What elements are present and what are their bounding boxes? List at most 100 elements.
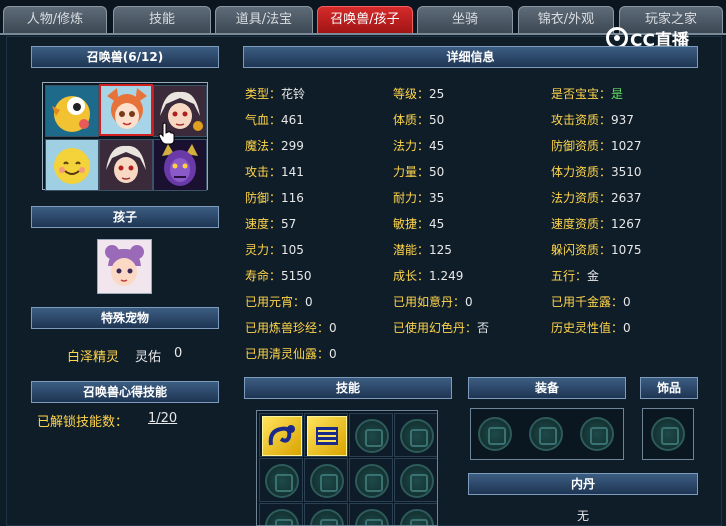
stat-row: 已使用幻色丹：否 [393,319,489,337]
hand-cursor-icon [158,122,175,145]
stat-label: 躲闪资质： [551,243,612,257]
equipment-slot-3[interactable] [575,412,619,456]
inner-dan-header: 内丹 [468,473,698,495]
child-slot[interactable] [97,239,152,294]
empty-skill-slot-icon [400,464,434,498]
stat-row: 历史灵性值：0 [551,319,631,337]
stat-label: 力量： [393,165,430,179]
stat-label: 已使用幻色丹： [393,321,478,335]
summon-slot-1[interactable] [45,85,99,137]
stat-label: 气血： [245,113,282,127]
special-pet-attr-value: 0 [174,346,183,361]
skill-slot[interactable] [349,413,393,457]
empty-skill-slot-icon [265,509,299,525]
stat-value: 1075 [611,243,642,257]
skill-slot[interactable] [349,458,393,502]
equipment-slot-1[interactable] [473,412,517,456]
stat-label: 已用炼兽珍经： [245,321,330,335]
stat-row: 速度资质：1267 [551,215,642,233]
tab-appearance[interactable]: 锦衣/外观 [518,6,614,34]
special-pet-attr-label: 灵佑 [135,350,162,365]
stat-row: 等级：25 [393,85,444,103]
tab-items[interactable]: 道具/法宝 [215,6,313,34]
stat-value: 花铃 [281,87,306,101]
stat-value: 0 [305,295,313,309]
stat-row: 已用千金露：0 [551,293,631,311]
stat-row: 灵力：105 [245,241,304,259]
summon-slot-5[interactable] [99,139,153,191]
equipment-slots [470,408,624,460]
stat-value: 2637 [611,191,642,205]
skill-slot[interactable] [259,413,303,457]
stat-row: 潜能：125 [393,241,452,259]
summon-slot-6[interactable] [153,139,207,191]
ornament-slot[interactable] [642,408,694,460]
stat-row: 速度：57 [245,215,296,233]
stat-value: 35 [429,191,445,205]
summon-grid [42,82,208,191]
stat-row: 耐力：35 [393,189,444,207]
tab-mounts[interactable]: 坐骑 [417,6,513,34]
stat-row: 已用清灵仙露：0 [245,345,337,363]
stat-row: 防御资质：1027 [551,137,642,155]
skill-slot[interactable] [304,458,348,502]
stat-value: 461 [281,113,304,127]
stat-row: 法力资质：2637 [551,189,642,207]
stat-row: 攻击资质：937 [551,111,634,129]
stat-label: 防御资质： [551,139,612,153]
stat-value: 3510 [611,165,642,179]
stat-label: 魔法： [245,139,282,153]
stat-label: 敏捷： [393,217,430,231]
skill-slot[interactable] [304,413,348,457]
smiley-face-pet-icon [46,140,98,190]
stat-row: 五行：金 [551,267,599,285]
skill-slot[interactable] [394,413,437,457]
equipment-slot-2[interactable] [524,412,568,456]
inner-dan-value: 无 [577,509,590,523]
stat-value: 57 [281,217,297,231]
stat-value: 1027 [611,139,642,153]
summon-slot-2[interactable] [99,84,153,136]
stat-value: 是 [611,87,624,101]
stat-label: 耐力： [393,191,430,205]
empty-skill-slot-icon [355,419,389,453]
tab-summons[interactable]: 召唤兽/孩子 [317,6,413,34]
skills-header: 技能 [244,377,452,399]
summons-header: 召唤兽(6/12) [31,46,219,68]
stat-label: 潜能： [393,243,430,257]
stat-label: 成长： [393,269,430,283]
stat-row: 已用元宵：0 [245,293,313,311]
skill-slot[interactable] [394,503,437,525]
stat-row: 力量：50 [393,163,444,181]
stat-row: 已用炼兽珍经：0 [245,319,337,337]
tab-skills[interactable]: 技能 [113,6,211,34]
stat-row: 魔法：299 [245,137,304,155]
stat-value: 0 [623,321,631,335]
stat-value: 金 [587,269,600,283]
skill-learn-header: 召唤兽心得技能 [31,381,219,403]
stat-label: 类型： [245,87,282,101]
skill-slot[interactable] [259,458,303,502]
stat-value: 50 [429,165,445,179]
tab-character[interactable]: 人物/修炼 [3,6,107,34]
stat-label: 已用清灵仙露： [245,347,330,361]
stat-value: 141 [281,165,304,179]
stat-value: 0 [465,295,473,309]
summon-slot-4[interactable] [45,139,99,191]
stat-label: 速度资质： [551,217,612,231]
child-portrait-icon [98,240,151,293]
empty-skill-slot-icon [265,464,299,498]
skill-slot[interactable] [394,458,437,502]
unlocked-skills-value-link[interactable]: 1/20 [148,411,177,426]
stat-row: 成长：1.249 [393,267,463,285]
details-header: 详细信息 [243,46,698,68]
equipment-header: 装备 [468,377,626,399]
stat-value: 45 [429,139,445,153]
stat-value: 0 [623,295,631,309]
skill-slot[interactable] [304,503,348,525]
skill-slot[interactable] [349,503,393,525]
skill-slot[interactable] [259,503,303,525]
empty-skill-slot-icon [355,509,389,525]
stat-row: 气血：461 [245,111,304,129]
stat-label: 已用如意丹： [393,295,466,309]
